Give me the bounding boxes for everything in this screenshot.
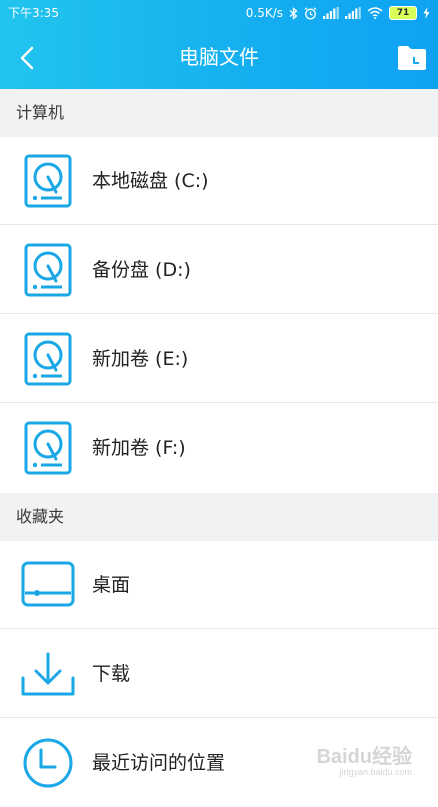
page-title: 电脑文件 [179, 45, 259, 69]
divider [0, 224, 438, 225]
signal-icon-2 [345, 7, 361, 19]
favorite-label: 最近访问的位置 [92, 752, 226, 774]
battery-indicator: 71 [389, 6, 417, 20]
desktop-icon [20, 555, 76, 615]
favorite-item-desktop[interactable]: 桌面 [0, 541, 438, 629]
divider [0, 717, 438, 718]
bluetooth-icon [289, 6, 298, 20]
chevron-left-icon [20, 46, 34, 70]
status-bar: 下午3:35 0.5K/s 71 [0, 0, 438, 26]
favorite-label: 桌面 [92, 574, 131, 596]
section-header-computer: 计算机 [0, 89, 438, 137]
drive-item-c[interactable]: 本地磁盘 (C:) [0, 137, 438, 225]
charging-icon [423, 7, 430, 19]
hard-drive-icon [20, 418, 76, 478]
divider [0, 313, 438, 314]
folder-button[interactable] [396, 43, 428, 73]
hard-drive-icon [20, 329, 76, 389]
signal-icon [323, 7, 339, 19]
folder-icon [398, 46, 426, 70]
baidu-watermark: Baidu经验 jingyan.baidu.com [316, 740, 412, 777]
drive-item-f[interactable]: 新加卷 (F:) [0, 404, 438, 492]
hard-drive-icon [20, 151, 76, 211]
wifi-icon [367, 7, 383, 19]
watermark-url: jingyan.baidu.com [339, 767, 412, 777]
drive-label: 备份盘 (D:) [92, 259, 191, 281]
drive-label: 新加卷 (F:) [92, 437, 186, 459]
drive-item-d[interactable]: 备份盘 (D:) [0, 226, 438, 314]
drive-label: 新加卷 (E:) [92, 348, 189, 370]
watermark-brand: Baidu经验 [316, 746, 412, 768]
clock-icon [20, 733, 76, 793]
nav-bar: 电脑文件 [0, 26, 438, 89]
section-header-favorites: 收藏夹 [0, 493, 438, 541]
drive-label: 本地磁盘 (C:) [92, 170, 209, 192]
divider [0, 402, 438, 403]
favorite-item-download[interactable]: 下载 [0, 630, 438, 718]
favorite-label: 下载 [92, 663, 131, 685]
download-icon [20, 644, 76, 704]
status-time: 下午3:35 [8, 6, 59, 20]
back-button[interactable] [12, 40, 42, 76]
top-bar: 下午3:35 0.5K/s 71 电脑文件 [0, 0, 438, 89]
status-indicators: 0.5K/s 71 [246, 0, 430, 26]
divider [0, 628, 438, 629]
network-speed: 0.5K/s [245, 6, 283, 20]
hard-drive-icon [20, 240, 76, 300]
drive-item-e[interactable]: 新加卷 (E:) [0, 315, 438, 403]
alarm-icon [304, 6, 317, 19]
